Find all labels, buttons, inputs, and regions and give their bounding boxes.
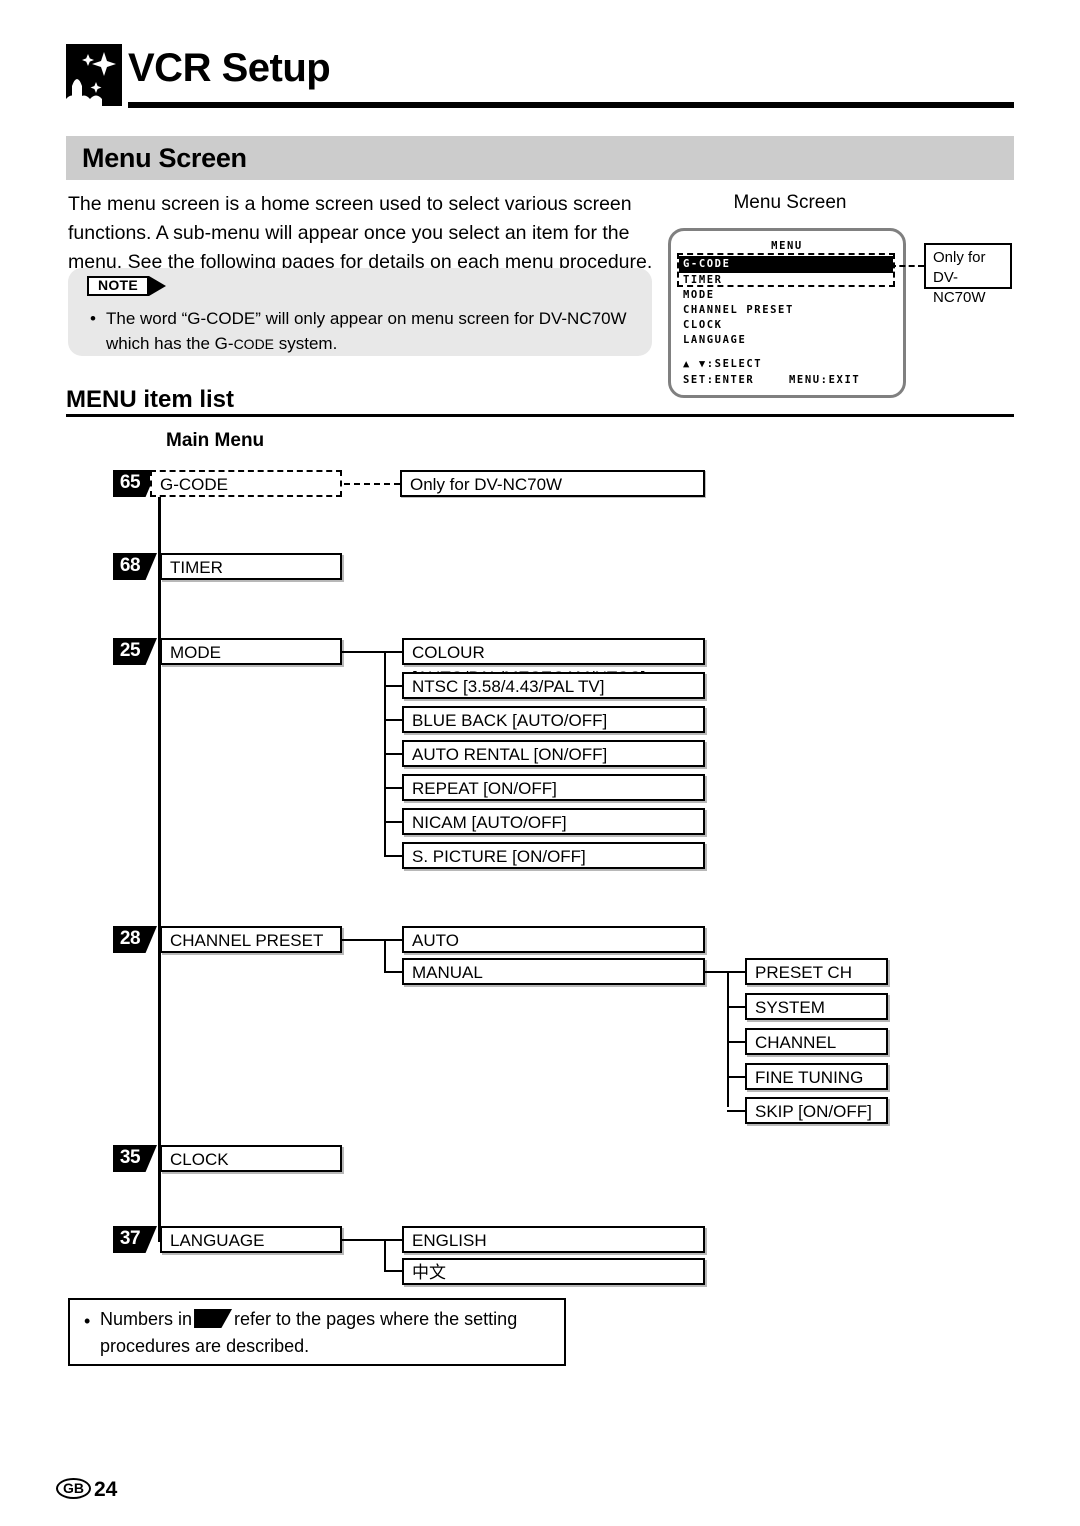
bottom-note-box: • Numbers in refer to the pages where the… — [68, 1298, 566, 1366]
tree-node-g-code[interactable]: G-CODE — [150, 470, 342, 497]
language-connector-stub — [342, 1239, 386, 1241]
mode-sub-connector-2 — [384, 719, 402, 721]
osd-item-clock[interactable]: CLOCK — [683, 318, 723, 334]
note-box: NOTE • The word “G-CODE” will only appea… — [68, 268, 652, 356]
tv-screen: MENU G-CODE TIMER MODE CHANNEL PRESET CL… — [668, 228, 906, 398]
osd-footer-enter: SET:ENTER — [683, 374, 755, 386]
mode-sub-connector-3 — [384, 753, 402, 755]
osd-selected-label: G-CODE — [683, 258, 731, 270]
tv-callout-connector — [890, 265, 924, 267]
note-badge-label: NOTE — [97, 277, 139, 293]
tree-node-mode[interactable]: MODE — [160, 638, 342, 665]
osd-item-channel-preset[interactable]: CHANNEL PRESET — [683, 303, 794, 319]
mode-branch-spine — [384, 651, 386, 857]
osd-item-language[interactable]: LANGUAGE — [683, 333, 746, 349]
manual-branch-spine — [727, 971, 729, 1107]
tree-node-cp-manual[interactable]: MANUAL — [402, 958, 705, 985]
tree-node-language-english[interactable]: ENGLISH — [402, 1226, 705, 1253]
tree-node-manual-fine-tuning[interactable]: FINE TUNING — [745, 1063, 888, 1090]
page-number: 24 — [94, 1478, 118, 1501]
page-flag-icon — [194, 1309, 233, 1328]
channel-preset-sub-connector-1 — [384, 971, 402, 973]
tree-node-mode-colour[interactable]: COLOUR [AUTO/PAL/MESECAM/NTSC] — [402, 638, 705, 687]
menu-item-list-divider — [66, 414, 1014, 417]
manual-sub-connector-1 — [727, 1006, 745, 1008]
tree-node-channel-preset[interactable]: CHANNEL PRESET — [160, 926, 342, 953]
language-branch-spine — [384, 1239, 386, 1272]
tree-node-language[interactable]: LANGUAGE — [160, 1226, 342, 1253]
note-text-part1: The word “G-CODE” will only appear on me… — [106, 309, 627, 353]
osd-item-mode[interactable]: MODE — [683, 288, 715, 304]
menu-item-list-heading: MENU item list — [66, 386, 235, 413]
tree-node-mode-nicam[interactable]: NICAM [AUTO/OFF] — [402, 808, 705, 835]
tv-callout-line2: DV-NC70W — [933, 269, 986, 306]
page-badge-25: 25 — [113, 638, 157, 665]
tree-node-manual-preset-ch[interactable]: PRESET CH — [745, 958, 888, 985]
channel-preset-branch-spine — [384, 939, 386, 973]
tree-node-g-code-note: Only for DV-NC70W — [400, 470, 705, 497]
mode-sub-connector-5 — [384, 821, 402, 823]
mode-sub-connector-1 — [384, 685, 402, 687]
mode-sub-connector-0 — [384, 651, 402, 653]
page-badge-28: 28 — [113, 926, 157, 953]
chapter-title: VCR Setup — [128, 46, 331, 90]
tv-callout-box: Only for DV-NC70W — [924, 243, 1012, 306]
bottom-note-text: Numbers in refer to the pages where the s… — [100, 1306, 564, 1360]
sparkle-icon — [66, 44, 122, 106]
tree-node-cp-auto[interactable]: AUTO — [402, 926, 705, 953]
tree-node-manual-system[interactable]: SYSTEM — [745, 993, 888, 1020]
page-badge-37: 37 — [113, 1226, 157, 1253]
header-divider — [128, 102, 1014, 108]
language-sub-connector-0 — [384, 1239, 402, 1241]
page-badge-68: 68 — [113, 553, 157, 580]
manual-sub-connector-2 — [727, 1041, 745, 1043]
page-badge-35: 35 — [113, 1145, 157, 1172]
osd-item-timer[interactable]: TIMER — [683, 273, 723, 289]
channel-preset-connector-stub — [342, 939, 386, 941]
bottom-note-before: Numbers in — [100, 1309, 193, 1329]
osd-footer-exit: MENU:EXIT — [789, 374, 861, 386]
mode-sub-connector-4 — [384, 787, 402, 789]
page-badge-65: 65 — [113, 470, 157, 497]
bottom-note-bullet: • — [84, 1311, 91, 1331]
manual-sub-connector-3 — [727, 1076, 745, 1078]
bullet-dot: • — [90, 309, 96, 328]
tv-callout-line1: Only for — [933, 249, 986, 266]
note-text-smallcaps: CODE — [233, 336, 275, 352]
intro-paragraph: The menu screen is a home screen used to… — [68, 193, 653, 273]
osd-selected-row[interactable]: G-CODE — [679, 256, 893, 273]
tree-node-clock[interactable]: CLOCK — [160, 1145, 342, 1172]
region-code: GB — [56, 1478, 91, 1499]
tree-node-manual-channel[interactable]: CHANNEL — [745, 1028, 888, 1055]
tree-node-mode-auto-rental[interactable]: AUTO RENTAL [ON/OFF] — [402, 740, 705, 767]
osd-footer-select: ▲ ▼:SELECT — [683, 358, 763, 370]
tree-node-mode-ntsc[interactable]: NTSC [3.58/4.43/PAL TV] — [402, 672, 705, 699]
tree-node-language-chinese[interactable]: 中文 — [402, 1258, 705, 1285]
manual-sub-connector-4 — [727, 1110, 745, 1112]
language-sub-connector-1 — [384, 1270, 402, 1272]
page-footer: GB 24 — [56, 1478, 117, 1502]
tv-figure-caption: Menu Screen — [733, 192, 847, 213]
mode-sub-connector-6 — [384, 855, 402, 857]
tree-node-timer[interactable]: TIMER — [160, 553, 342, 580]
section-title: Menu Screen — [82, 143, 247, 173]
channel-preset-sub-connector-0 — [384, 939, 402, 941]
note-arrow-icon — [149, 276, 166, 296]
page-header: VCR Setup — [66, 40, 1014, 112]
g-code-note-connector — [344, 483, 400, 485]
note-badge: NOTE — [87, 276, 173, 298]
note-bullet-text: The word “G-CODE” will only appear on me… — [106, 306, 638, 357]
manual-sub-connector-0 — [727, 971, 745, 973]
tree-node-manual-skip[interactable]: SKIP [ON/OFF] — [745, 1097, 888, 1124]
note-text-part2: system. — [274, 334, 338, 353]
tree-node-mode-repeat[interactable]: REPEAT [ON/OFF] — [402, 774, 705, 801]
tree-node-mode-blue-back[interactable]: BLUE BACK [AUTO/OFF] — [402, 706, 705, 733]
section-heading-bar: Menu Screen — [66, 136, 1014, 180]
mode-connector-stub — [342, 651, 386, 653]
note-bullet: • The word “G-CODE” will only appear on … — [90, 306, 638, 357]
tree-main-spine — [158, 497, 161, 1242]
main-menu-label: Main Menu — [166, 430, 265, 451]
tree-node-mode-s-picture[interactable]: S. PICTURE [ON/OFF] — [402, 842, 705, 869]
manual-connector-stub — [705, 971, 729, 973]
